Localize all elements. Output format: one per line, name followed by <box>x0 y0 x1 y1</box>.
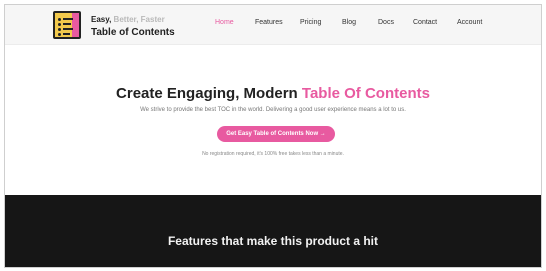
logo-dot <box>58 23 61 26</box>
logo-dot <box>58 33 61 36</box>
features-section: Features that make this product a hit <box>5 195 541 267</box>
brand-name: Table of Contents <box>91 27 175 38</box>
hero-title-main: Create Engaging, Modern <box>116 85 302 102</box>
nav-account[interactable]: Account <box>457 19 482 26</box>
cta-label: Get Easy Table of Contents Now <box>226 131 319 137</box>
nav-blog[interactable]: Blog <box>342 19 356 26</box>
hero-subtitle: We strive to provide the best TOC in the… <box>140 107 406 113</box>
logo-band <box>72 13 79 37</box>
logo-dot <box>58 28 61 31</box>
page-frame: Easy, Better, Faster Table of Contents H… <box>4 4 542 268</box>
brand-tagline-part1: Easy, <box>91 15 112 24</box>
logo-line <box>63 18 73 20</box>
brand-tagline: Easy, Better, Faster <box>91 14 175 25</box>
hero-section: Create Engaging, Modern Table Of Content… <box>5 45 541 199</box>
arrow-right-icon: → <box>319 131 326 137</box>
logo-line <box>63 33 70 35</box>
logo-line <box>63 28 73 30</box>
site-header: Easy, Better, Faster Table of Contents H… <box>5 5 541 45</box>
get-toc-button[interactable]: Get Easy Table of Contents Now → <box>217 126 335 142</box>
hero-note: No registration required, it's 100% free… <box>202 151 344 157</box>
nav-home[interactable]: Home <box>215 19 234 26</box>
nav-contact[interactable]: Contact <box>413 19 437 26</box>
nav-pricing[interactable]: Pricing <box>300 19 321 26</box>
nav-features[interactable]: Features <box>255 19 283 26</box>
brand-wordmark[interactable]: Easy, Better, Faster Table of Contents <box>91 14 175 38</box>
logo-dot <box>58 18 61 21</box>
logo-line <box>63 23 71 25</box>
nav-docs[interactable]: Docs <box>378 19 394 26</box>
hero-title-accent: Table Of Contents <box>301 85 430 102</box>
toc-document-icon[interactable] <box>53 11 81 39</box>
brand-tagline-part2: Better, Faster <box>113 15 165 24</box>
hero-title: Create Engaging, Modern Table Of Content… <box>5 85 541 102</box>
features-heading: Features that make this product a hit <box>167 234 379 248</box>
